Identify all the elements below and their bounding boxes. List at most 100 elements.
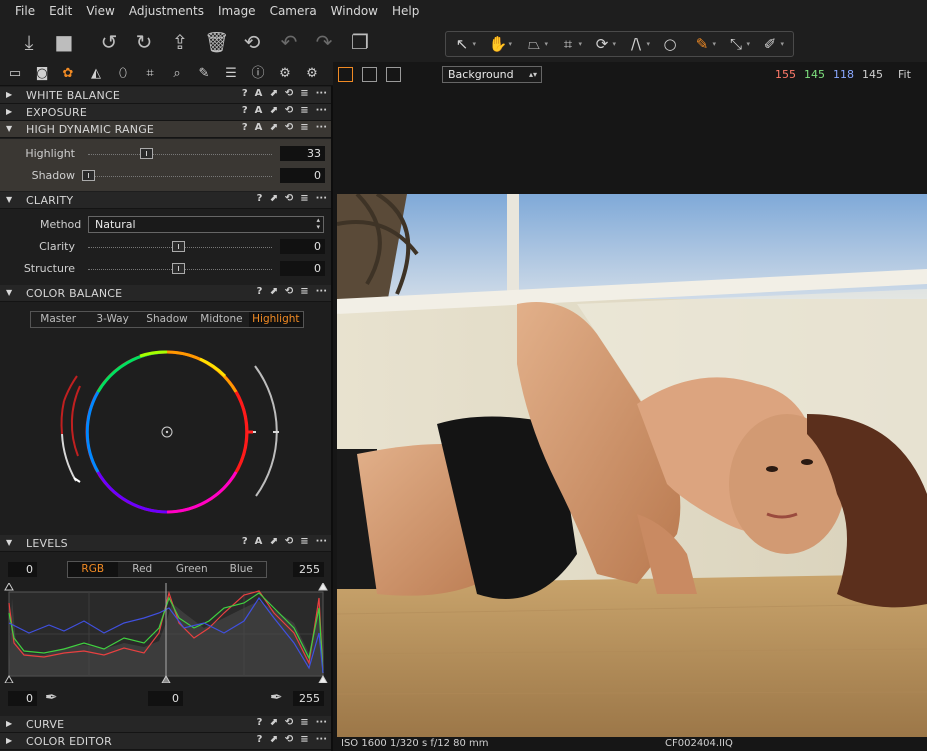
levels-mid-handle[interactable] — [161, 674, 171, 683]
more-icon[interactable]: ··· — [316, 536, 327, 547]
reset-icon[interactable]: ⟲ — [285, 122, 293, 133]
rotate-left-icon[interactable]: ↺ — [97, 30, 121, 54]
reset-icon[interactable]: ⟲ — [285, 193, 293, 204]
auto-icon[interactable]: A — [255, 122, 263, 133]
levels-input-low[interactable]: 0 — [8, 562, 37, 577]
spot-removal-icon[interactable]: ○ — [656, 34, 684, 54]
tab-highlight[interactable]: Highlight — [248, 312, 304, 327]
presets-icon[interactable]: ≡ — [300, 286, 308, 297]
tab-red[interactable]: Red — [118, 562, 168, 577]
highlight-knob[interactable] — [140, 148, 153, 159]
presets-icon[interactable]: ≡ — [300, 193, 308, 204]
white-picker-icon[interactable]: ✒ — [270, 688, 283, 706]
help-icon[interactable]: ? — [257, 717, 263, 728]
library-tab-icon[interactable]: ▭ — [5, 65, 25, 83]
tab-shadow[interactable]: Shadow — [140, 312, 194, 327]
straighten-tool-icon[interactable]: /\ ▾ — [622, 34, 650, 54]
export-icon[interactable]: ⇪ — [168, 30, 192, 54]
menu-edit[interactable]: Edit — [49, 4, 72, 18]
copy-apply-icon[interactable]: ⬈ — [269, 734, 277, 745]
multi-view-icon[interactable] — [338, 67, 353, 82]
background-select[interactable]: Background ▴▾ — [442, 66, 542, 83]
hdr-header[interactable]: ▼ HIGH DYNAMIC RANGE ? A ⬈ ⟲ ≡ ··· — [0, 121, 331, 138]
levels-input-high[interactable]: 255 — [293, 562, 324, 577]
reset-icon[interactable]: ⟲ — [240, 30, 264, 54]
clarity-value[interactable]: 0 — [280, 239, 325, 254]
clarity-knob[interactable] — [172, 241, 185, 252]
help-icon[interactable]: ? — [257, 193, 263, 204]
exposure-header[interactable]: ▶ EXPOSURE ? A ⬈ ⟲ ≡ ··· — [0, 104, 331, 121]
photo-preview[interactable] — [337, 194, 927, 737]
rotate-tool-icon[interactable]: ⟳ ▾ — [588, 34, 616, 54]
reset-icon[interactable]: ⟲ — [285, 88, 293, 99]
levels-white-handle[interactable] — [318, 674, 328, 683]
more-icon[interactable]: ··· — [316, 734, 327, 745]
single-view-icon[interactable] — [362, 67, 377, 82]
presets-icon[interactable]: ≡ — [300, 536, 308, 547]
rotate-right-icon[interactable]: ↻ — [132, 30, 156, 54]
keystone-tool-icon[interactable]: ⏢ ▾ — [520, 34, 548, 54]
copy-adjustments-icon[interactable]: ❐ — [348, 30, 372, 54]
levels-output-mid[interactable]: 0 — [148, 691, 183, 706]
structure-knob[interactable] — [172, 263, 185, 274]
redo-icon[interactable]: ↷ — [312, 30, 336, 54]
menu-file[interactable]: File — [15, 4, 35, 18]
help-icon[interactable]: ? — [242, 536, 248, 547]
presets-icon[interactable]: ≡ — [300, 717, 308, 728]
levels-output-low[interactable]: 0 — [8, 691, 37, 706]
color-editor-header[interactable]: ▶ COLOR EDITOR ? ⬈ ⟲ ≡ ··· — [0, 733, 331, 750]
import-icon[interactable]: ⤓ — [17, 30, 41, 54]
brush-tool-icon[interactable]: ✎ ▾ — [688, 34, 716, 54]
output-tab-icon[interactable]: ⚙ — [275, 65, 295, 83]
help-icon[interactable]: ? — [242, 122, 248, 133]
crop-tool-icon[interactable]: ⌗ ▾ — [554, 34, 582, 54]
highlight-value[interactable]: 33 — [280, 146, 325, 161]
composition-tab-icon[interactable]: ⌗ — [140, 65, 160, 83]
copy-apply-icon[interactable]: ⬈ — [269, 536, 277, 547]
help-icon[interactable]: ? — [242, 88, 248, 99]
shadow-knob[interactable] — [82, 170, 95, 181]
camera-icon[interactable]: ■ — [52, 30, 76, 54]
curve-header[interactable]: ▶ CURVE ? ⬈ ⟲ ≡ ··· — [0, 716, 331, 733]
white-balance-header[interactable]: ▶ WHITE BALANCE ? A ⬈ ⟲ ≡ ··· — [0, 87, 331, 104]
hand-tool-icon[interactable]: ✋ ▾ — [484, 34, 512, 54]
details-tab-icon[interactable]: ⌕ — [167, 65, 187, 83]
menu-help[interactable]: Help — [392, 4, 419, 18]
help-icon[interactable]: ? — [257, 286, 263, 297]
clarity-header[interactable]: ▼ CLARITY ? ⬈ ⟲ ≡ ··· — [0, 192, 331, 209]
menu-view[interactable]: View — [86, 4, 114, 18]
more-icon[interactable]: ··· — [316, 122, 327, 133]
picker-tool-icon[interactable]: ✐ ▾ — [756, 34, 784, 54]
tab-rgb[interactable]: RGB — [68, 562, 118, 577]
color-picker-icon[interactable]: ⤡ ▾ — [722, 34, 750, 54]
more-icon[interactable]: ··· — [316, 717, 327, 728]
copy-apply-icon[interactable]: ⬈ — [269, 88, 277, 99]
color-wheel[interactable] — [50, 346, 290, 521]
levels-header[interactable]: ▼ LEVELS ? A ⬈ ⟲ ≡ ··· — [0, 535, 331, 552]
shadow-track[interactable] — [88, 176, 272, 177]
help-icon[interactable]: ? — [242, 105, 248, 116]
tab-green[interactable]: Green — [167, 562, 217, 577]
presets-icon[interactable]: ≡ — [300, 734, 308, 745]
help-icon[interactable]: ? — [257, 734, 263, 745]
reset-icon[interactable]: ⟲ — [285, 536, 293, 547]
exposure-tab-icon[interactable]: ◭ — [86, 65, 106, 83]
copy-apply-icon[interactable]: ⬈ — [269, 717, 277, 728]
menu-window[interactable]: Window — [331, 4, 378, 18]
copy-apply-icon[interactable]: ⬈ — [269, 122, 277, 133]
more-icon[interactable]: ··· — [316, 88, 327, 99]
tab-master[interactable]: Master — [31, 312, 85, 327]
proof-view-icon[interactable] — [386, 67, 401, 82]
capture-tab-icon[interactable]: ◙ — [32, 65, 52, 83]
info-tab-icon[interactable]: ⓘ — [248, 65, 268, 83]
menu-adjustments[interactable]: Adjustments — [129, 4, 204, 18]
levels-histogram[interactable] — [4, 583, 329, 683]
levels-black-handle[interactable] — [4, 674, 14, 683]
batch-tab-icon[interactable]: ⚙ — [302, 65, 322, 83]
saturation-arc[interactable] — [70, 385, 81, 457]
menu-image[interactable]: Image — [218, 4, 256, 18]
trash-icon[interactable]: 🗑 — [204, 30, 229, 54]
presets-icon[interactable]: ≡ — [300, 88, 308, 99]
reset-icon[interactable]: ⟲ — [285, 286, 293, 297]
reset-icon[interactable]: ⟲ — [285, 717, 293, 728]
